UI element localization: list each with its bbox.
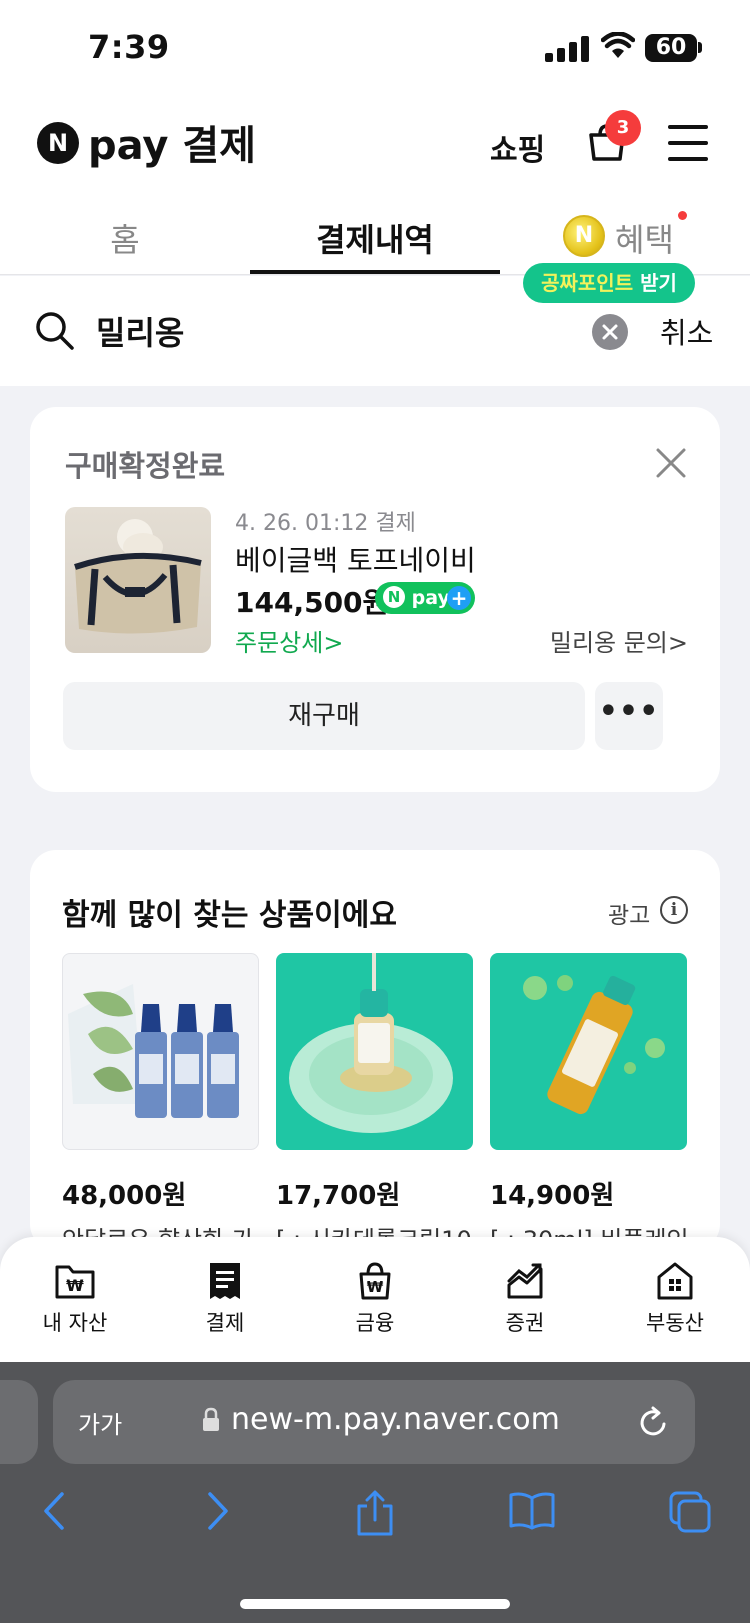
product-thumbnail[interactable] (65, 507, 211, 653)
address-bar[interactable]: 가가 new-m.pay.naver.com (53, 1380, 695, 1464)
tab-home[interactable]: 홈 (0, 215, 250, 261)
order-card: 구매확정완료 4. 26. 01:12 결제 베이글백 토프네이비 144,50… (30, 407, 720, 792)
svg-text:₩: ₩ (367, 1278, 384, 1296)
recommendation-card: 함께 많이 찾는 상품이에요 광고 i 48,000원 17,700원 14,9… (30, 850, 720, 1254)
home-indicator (240, 1599, 510, 1609)
npay-badge-label: pay (411, 587, 450, 609)
order-detail-link[interactable]: 주문상세> (235, 623, 343, 658)
search-icon[interactable] (34, 310, 76, 352)
free-point-pill[interactable]: 공짜포인트 받기 (523, 263, 695, 303)
tab-payment-history[interactable]: 결제내역 (250, 215, 500, 261)
cart-count-badge: 3 (605, 110, 641, 146)
svg-text:₩: ₩ (66, 1276, 84, 1295)
payment-date: 4. 26. 01:12 결제 (235, 511, 416, 536)
ad-label: 광고 (608, 903, 651, 929)
bookmarks-icon[interactable] (508, 1490, 556, 1532)
receipt-icon (210, 1263, 240, 1299)
house-icon (657, 1262, 693, 1300)
previous-tab-stub[interactable] (0, 1380, 38, 1464)
new-dot-indicator (678, 211, 687, 220)
share-icon[interactable] (355, 1490, 395, 1536)
receive-label: 받기 (640, 271, 677, 295)
back-icon[interactable] (40, 1490, 72, 1532)
recommendation-title: 함께 많이 찾는 상품이에요 (62, 898, 397, 933)
reload-icon[interactable] (638, 1404, 670, 1438)
product-image (490, 953, 687, 1150)
forward-icon[interactable] (200, 1490, 232, 1532)
status-time: 7:39 (88, 28, 170, 66)
battery-icon: 60 (645, 34, 697, 62)
nav-label: 부동산 (646, 1311, 704, 1335)
npay-logo-text[interactable]: pay 결제 (88, 113, 256, 171)
product-card[interactable]: 48,000원 안달로우 향산화 가 (62, 953, 259, 1255)
nav-stocks[interactable]: 증권 (450, 1261, 600, 1337)
seller-inquiry-link[interactable]: 밀리옹 문의> (550, 623, 688, 658)
nav-label: 내 자산 (42, 1311, 108, 1335)
order-status: 구매확정완료 (65, 449, 226, 483)
active-tab-indicator (250, 270, 500, 274)
bag-image (74, 519, 202, 634)
close-icon[interactable] (655, 447, 687, 479)
npay-logo-icon[interactable]: N (37, 122, 79, 164)
lock-icon (203, 1407, 219, 1431)
close-icon (602, 324, 618, 340)
product-price: 17,700원 (276, 1181, 401, 1211)
product-image (62, 953, 259, 1150)
money-bag-icon: ₩ (359, 1262, 391, 1300)
cancel-search-button[interactable]: 취소 (660, 310, 713, 352)
nav-real-estate[interactable]: 부동산 (600, 1261, 750, 1337)
search-input[interactable]: 밀리옹 (96, 308, 184, 354)
battery-cap (698, 42, 702, 53)
clear-search-button[interactable] (592, 314, 628, 350)
nav-label: 증권 (505, 1311, 545, 1335)
plus-icon: + (447, 586, 471, 610)
npay-plus-badge: N pay + (375, 582, 475, 614)
product-name[interactable]: 베이글백 토프네이비 (235, 539, 476, 579)
url-text[interactable]: new-m.pay.naver.com (231, 1402, 560, 1437)
bottom-navigation: ₩ 내 자산 결제 ₩ 금융 증권 부동산 (0, 1237, 750, 1362)
product-card[interactable]: 17,700원 [ : 시카테롤크림10 (276, 953, 473, 1255)
cellular-signal-icon (545, 36, 589, 62)
more-options-button[interactable]: ••• (595, 682, 663, 750)
safari-toolbar: 가가 new-m.pay.naver.com (0, 1362, 750, 1623)
app-header: N pay 결제 쇼핑 3 (0, 95, 750, 195)
tab-benefit[interactable]: 혜택 (615, 215, 674, 261)
wifi-icon (601, 32, 635, 58)
info-icon[interactable]: i (660, 896, 688, 924)
product-price: 48,000원 (62, 1181, 187, 1211)
rebuy-button[interactable]: 재구매 (63, 682, 585, 750)
shopping-link[interactable]: 쇼핑 (490, 125, 545, 169)
product-price: 14,900원 (490, 1181, 615, 1211)
wallet-icon: ₩ (55, 1265, 95, 1299)
product-price: 144,500원 (235, 586, 389, 619)
tabs-icon[interactable] (668, 1490, 712, 1534)
menu-icon[interactable] (668, 125, 708, 161)
product-image (276, 953, 473, 1150)
free-point-label: 공짜포인트 (541, 271, 634, 295)
status-bar: 7:39 60 (0, 0, 750, 95)
nav-label: 금융 (355, 1311, 395, 1335)
npay-n-icon: N (383, 586, 405, 608)
product-card[interactable]: 14,900원 [ : 30ml] 비플레인 (490, 953, 687, 1255)
stock-chart-icon (507, 1263, 543, 1299)
nav-payment[interactable]: 결제 (150, 1261, 300, 1337)
nav-my-assets[interactable]: ₩ 내 자산 (0, 1261, 150, 1337)
text-size-button[interactable]: 가가 (78, 1405, 122, 1440)
nav-finance[interactable]: ₩ 금융 (300, 1261, 450, 1337)
coin-icon: N (563, 215, 605, 257)
nav-label: 결제 (205, 1311, 245, 1335)
